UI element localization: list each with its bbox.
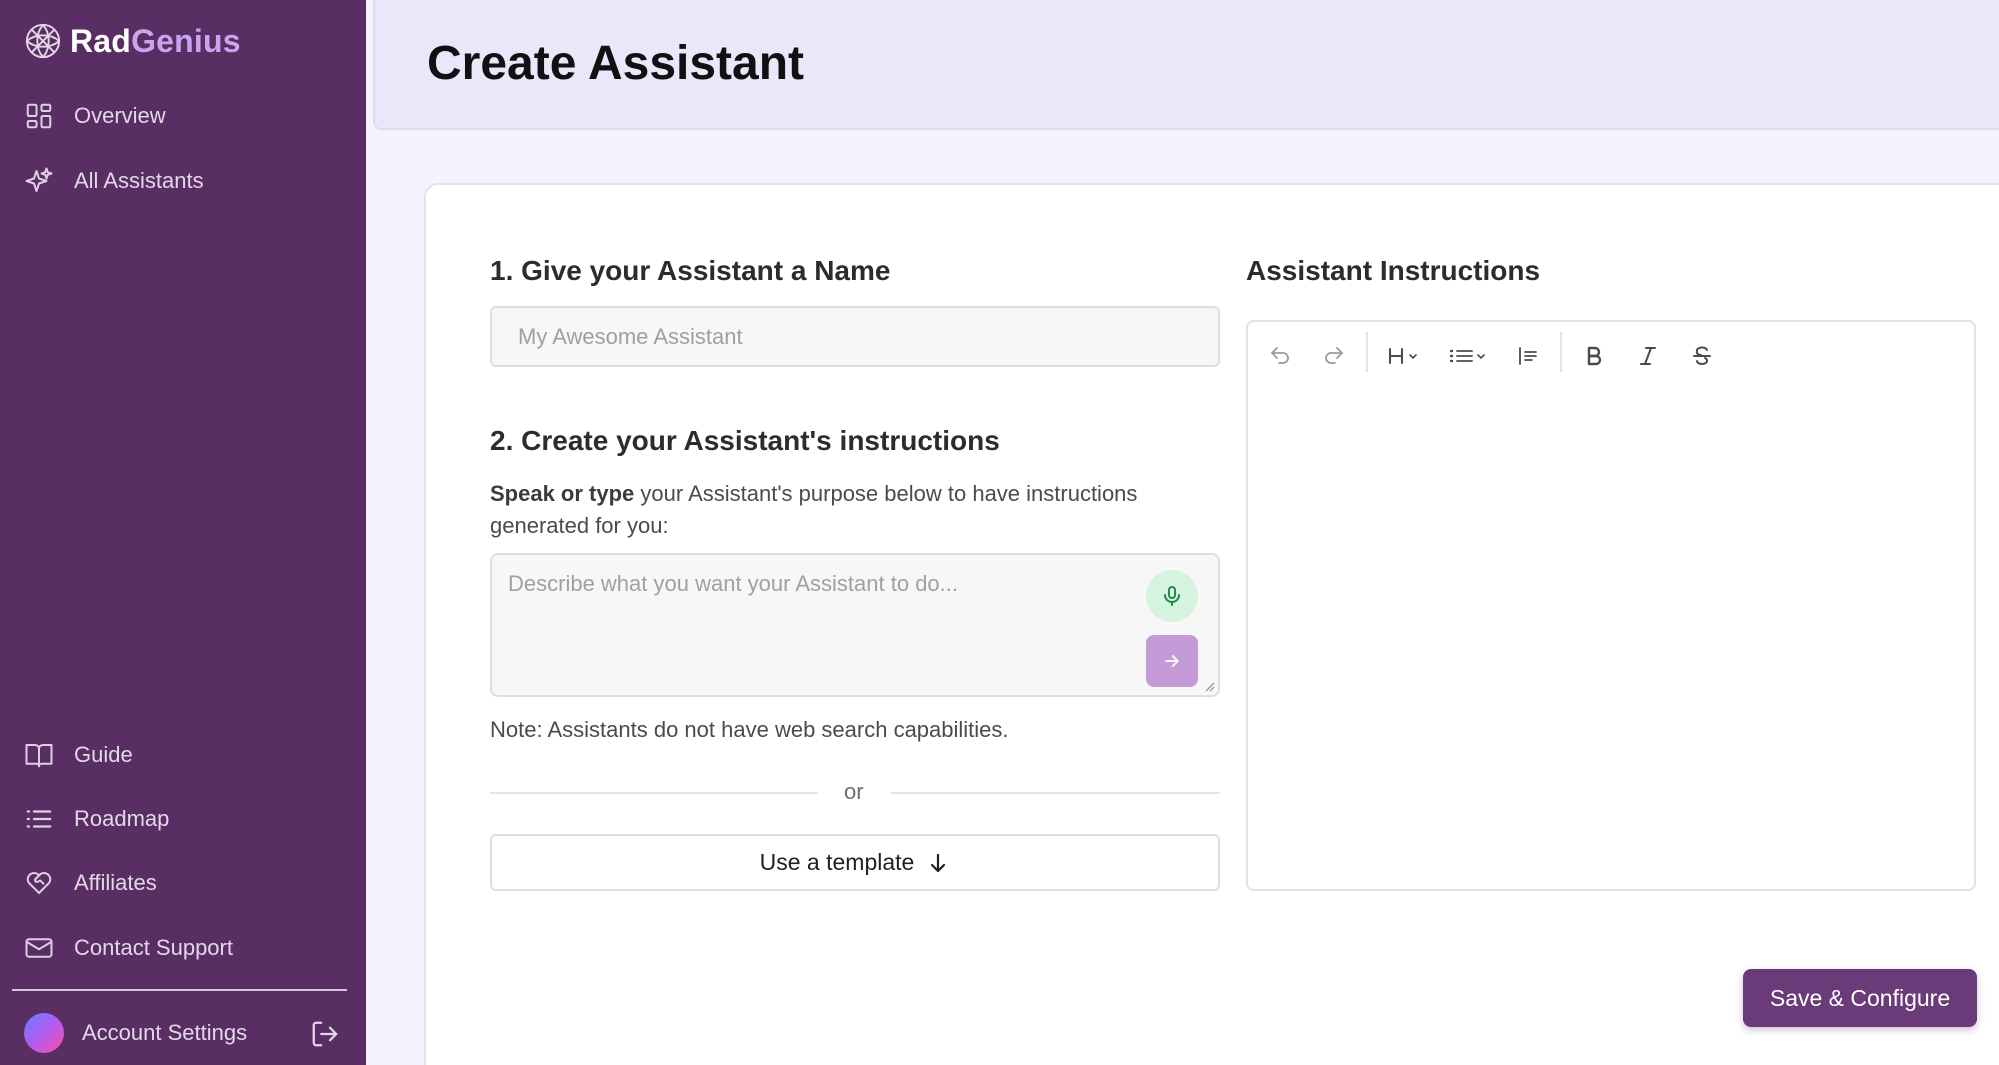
- editor-content[interactable]: [1248, 392, 1974, 887]
- voice-input-button[interactable]: [1146, 570, 1198, 622]
- italic-button[interactable]: [1628, 334, 1668, 378]
- account-settings-link[interactable]: Account Settings: [82, 1020, 247, 1046]
- or-divider-text: or: [844, 779, 864, 804]
- web-search-note: Note: Assistants do not have web search …: [490, 717, 1009, 742]
- bold-button[interactable]: [1574, 334, 1614, 378]
- sidebar-item-label: All Assistants: [74, 168, 204, 193]
- brand-name-genius: Genius: [131, 22, 241, 59]
- open-book-icon: [25, 744, 53, 768]
- sidebar-item-label: Guide: [74, 742, 133, 767]
- purpose-prompt-input[interactable]: [492, 555, 1218, 695]
- logout-icon[interactable]: [310, 1019, 340, 1049]
- sidebar-item-label: Overview: [74, 103, 166, 128]
- redo-button[interactable]: [1314, 334, 1354, 378]
- blockquote-button[interactable]: [1508, 334, 1548, 378]
- resize-handle-icon[interactable]: [1203, 680, 1215, 692]
- sparkles-icon: [25, 167, 53, 192]
- or-divider-right: [891, 792, 1220, 794]
- brand-name: RadGenius: [70, 23, 241, 60]
- strikethrough-icon: [1693, 346, 1711, 365]
- avatar[interactable]: [24, 1013, 64, 1053]
- brand-globe-icon: [25, 23, 61, 59]
- step1-title: 1. Give your Assistant a Name: [490, 255, 891, 286]
- list-dropdown[interactable]: [1444, 334, 1496, 378]
- strikethrough-button[interactable]: [1682, 334, 1722, 378]
- sidebar-item-roadmap[interactable]: Roadmap: [24, 804, 169, 834]
- bold-icon: [1587, 346, 1602, 366]
- brand-name-rad: Rad: [70, 22, 132, 59]
- redo-icon: [1325, 347, 1343, 364]
- toolbar-separator: [1560, 332, 1562, 372]
- save-configure-button[interactable]: Save & Configure: [1743, 969, 1977, 1027]
- sidebar-item-label: Contact Support: [74, 935, 233, 960]
- page-header: Create Assistant: [373, 0, 1999, 130]
- purpose-prompt-box: [490, 553, 1220, 697]
- sidebar-divider: [12, 989, 347, 991]
- description-emphasis: Speak or type: [490, 481, 635, 506]
- instructions-description: Speak or type your Assistant's purpose b…: [490, 478, 1220, 542]
- sidebar-item-label: Affiliates: [74, 870, 157, 895]
- arrow-right-icon: [1165, 655, 1179, 667]
- sidebar-item-affiliates[interactable]: Affiliates: [24, 868, 157, 898]
- arrow-down-icon: [931, 853, 946, 872]
- use-template-button[interactable]: Use a template: [490, 834, 1220, 891]
- list-icon: [26, 810, 52, 828]
- heading-dropdown[interactable]: [1380, 334, 1432, 378]
- assistant-name-input[interactable]: [490, 306, 1220, 367]
- or-divider-left: [490, 792, 818, 794]
- brand-logo-link[interactable]: RadGenius: [24, 22, 241, 60]
- account-settings-row: Account Settings: [24, 1013, 340, 1053]
- heading-dropdown-icon: [1389, 348, 1417, 364]
- italic-icon: [1640, 347, 1656, 365]
- generate-instructions-button[interactable]: [1146, 635, 1198, 687]
- dashboard-grid-icon: [26, 103, 52, 129]
- step2-title: 2. Create your Assistant's instructions: [490, 425, 1000, 456]
- sidebar-item-overview[interactable]: Overview: [24, 101, 166, 131]
- microphone-icon: [1164, 586, 1180, 606]
- sidebar-item-label: Roadmap: [74, 806, 170, 831]
- blockquote-icon: [1519, 347, 1537, 365]
- editor-title: Assistant Instructions: [1246, 255, 1541, 286]
- undo-button[interactable]: [1260, 334, 1300, 378]
- use-template-label: Use a template: [759, 849, 915, 875]
- sidebar-item-contact-support[interactable]: Contact Support: [24, 933, 233, 963]
- heart-handshake-icon: [26, 872, 52, 894]
- instructions-editor: [1246, 320, 1976, 891]
- bullet-list-dropdown-icon: [1449, 349, 1485, 363]
- mail-icon: [25, 938, 53, 958]
- toolbar-separator: [1366, 332, 1368, 372]
- sidebar-item-guide[interactable]: Guide: [24, 740, 133, 770]
- sidebar-item-all-assistants[interactable]: All Assistants: [24, 166, 204, 196]
- page-title: Create Assistant: [427, 37, 805, 90]
- sidebar: RadGenius Overview All Assistants Guide …: [0, 0, 366, 1065]
- undo-icon: [1271, 347, 1289, 364]
